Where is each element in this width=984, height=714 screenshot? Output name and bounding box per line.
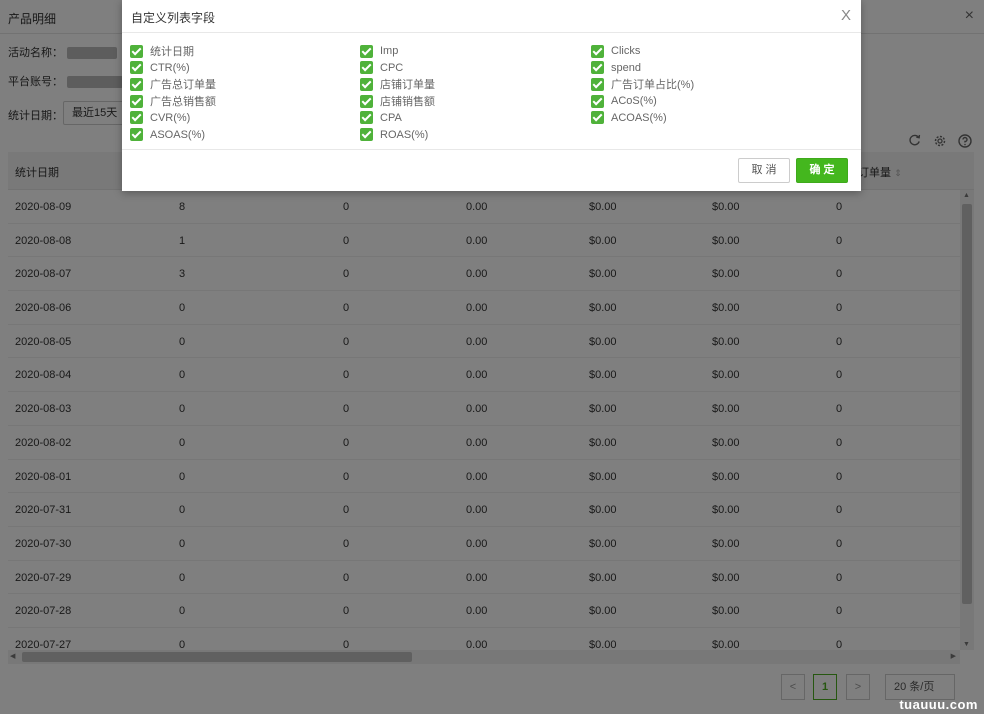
field-option-label: 店铺订单量	[380, 79, 435, 92]
field-options: 统计日期 Imp Clicks CTR(%) CPC spend 广告总订单量 店铺订单量 广告…	[122, 33, 861, 150]
field-option-label: CPA	[380, 111, 402, 124]
field-option-label: 广告总销售额	[150, 96, 216, 109]
field-option[interactable]: Clicks	[591, 43, 640, 59]
watermark: tuauuu.com	[899, 697, 978, 712]
field-option-label: CTR(%)	[150, 61, 190, 74]
checkbox-checked-icon[interactable]	[360, 44, 373, 58]
checkbox-checked-icon[interactable]	[360, 128, 373, 141]
field-option[interactable]: CPC	[360, 60, 403, 76]
confirm-button[interactable]: 确 定	[796, 158, 848, 183]
checkbox-checked-icon[interactable]	[130, 94, 143, 108]
field-option-label: CPC	[380, 61, 404, 74]
checkbox-checked-icon[interactable]	[591, 44, 604, 58]
field-option[interactable]: spend	[591, 60, 641, 76]
field-option[interactable]: 广告总销售额	[130, 93, 216, 109]
dialog-footer: 取 消 确 定	[122, 150, 861, 191]
custom-fields-dialog: 自定义列表字段 X 统计日期 Imp Clicks CTR(%) CPC spend 广告总…	[122, 0, 861, 191]
checkbox-checked-icon[interactable]	[130, 128, 143, 141]
field-option[interactable]: ACOAS(%)	[591, 110, 667, 126]
field-option-label: ACoS(%)	[611, 95, 657, 108]
field-option[interactable]: Imp	[360, 43, 398, 59]
field-option-label: ACOAS(%)	[611, 111, 667, 124]
field-option[interactable]: CTR(%)	[130, 60, 190, 76]
field-option-label: 店铺销售额	[380, 96, 435, 109]
cancel-button[interactable]: 取 消	[738, 158, 790, 183]
field-option-label: 统计日期	[150, 46, 194, 58]
field-option[interactable]: 广告总订单量	[130, 76, 216, 92]
checkbox-checked-icon[interactable]	[130, 77, 143, 91]
field-option[interactable]: 店铺销售额	[360, 93, 435, 109]
checkbox-checked-icon[interactable]	[360, 77, 373, 91]
checkbox-checked-icon[interactable]	[591, 77, 604, 91]
field-option-label: 广告总订单量	[150, 79, 216, 92]
field-option[interactable]: 店铺订单量	[360, 76, 435, 92]
field-option[interactable]: CVR(%)	[130, 110, 190, 126]
field-option[interactable]: ASOAS(%)	[130, 127, 205, 143]
checkbox-checked-icon[interactable]	[130, 61, 143, 75]
checkbox-checked-icon[interactable]	[591, 61, 604, 75]
field-option[interactable]: ACoS(%)	[591, 93, 657, 109]
field-option[interactable]: CPA	[360, 110, 402, 126]
dialog-close-icon[interactable]: X	[841, 7, 851, 24]
field-option[interactable]: 广告订单占比(%)	[591, 76, 694, 92]
field-option-label: ROAS(%)	[380, 128, 429, 141]
dialog-title: 自定义列表字段	[131, 11, 216, 25]
field-option[interactable]: ROAS(%)	[360, 127, 428, 143]
checkbox-checked-icon[interactable]	[360, 61, 373, 75]
field-option-label: Imp	[380, 45, 399, 57]
checkbox-checked-icon[interactable]	[130, 44, 143, 58]
checkbox-checked-icon[interactable]	[591, 111, 604, 125]
field-option-label: Clicks	[611, 45, 641, 57]
field-option[interactable]: 统计日期	[130, 43, 194, 59]
checkbox-checked-icon[interactable]	[360, 111, 373, 125]
field-option-label: ASOAS(%)	[150, 128, 206, 141]
field-option-label: spend	[611, 61, 641, 74]
field-option-label: CVR(%)	[150, 111, 191, 124]
checkbox-checked-icon[interactable]	[130, 111, 143, 125]
field-option-label: 广告订单占比(%)	[611, 79, 695, 92]
checkbox-checked-icon[interactable]	[591, 94, 604, 108]
checkbox-checked-icon[interactable]	[360, 94, 373, 108]
dialog-header: 自定义列表字段 X	[122, 0, 861, 33]
